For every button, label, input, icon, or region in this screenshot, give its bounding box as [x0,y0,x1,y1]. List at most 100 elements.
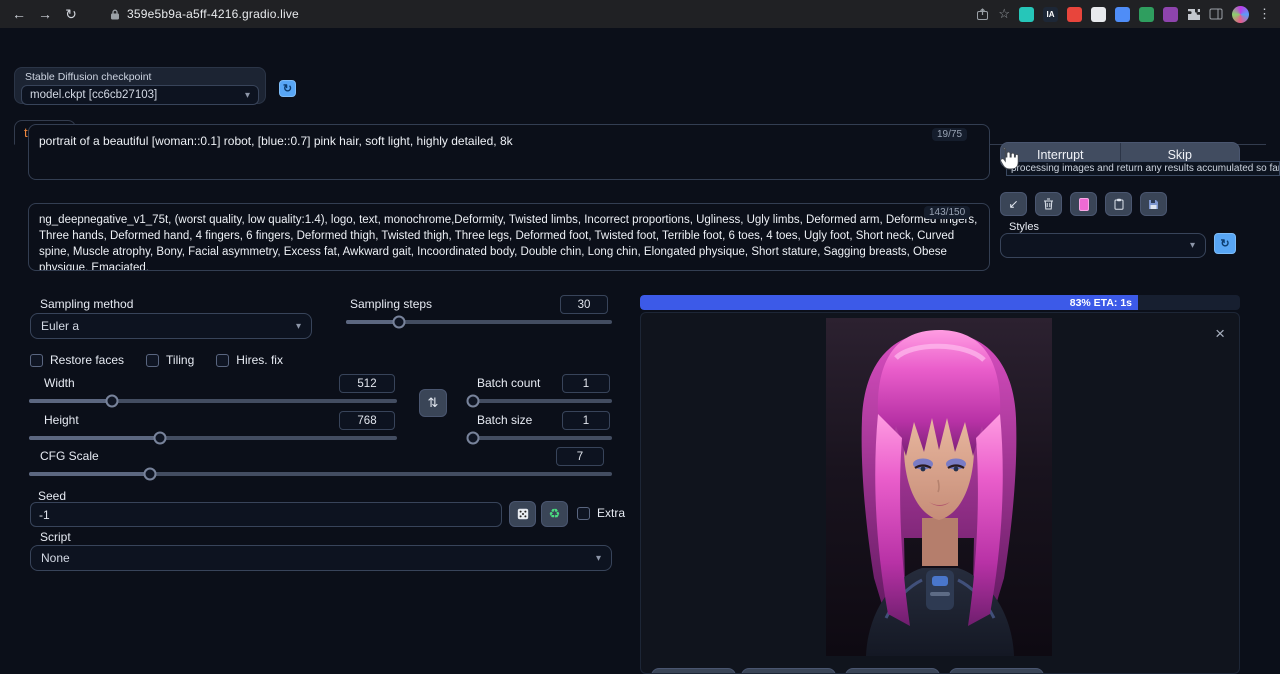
chevron-down-icon: ▾ [1190,240,1195,251]
chevron-down-icon: ▾ [596,553,601,564]
cfg-scale-value[interactable]: 7 [556,447,604,466]
send-to-inpaint-button[interactable] [845,668,940,674]
slider-handle[interactable] [466,395,479,408]
close-icon[interactable]: × [1215,325,1225,342]
send-to-img2img-button[interactable] [741,668,836,674]
output-image[interactable] [826,318,1052,656]
reuse-seed-button[interactable]: ♻ [541,501,568,527]
clipboard-icon [1114,198,1124,210]
recycle-icon: ♻ [549,506,561,522]
sampling-method-dropdown[interactable]: Euler a ▾ [30,313,312,339]
negative-prompt-token-counter: 143/150 [924,206,970,219]
chevron-down-icon: ▾ [296,321,301,332]
hires-fix-checkbox[interactable]: Hires. fix [216,353,283,367]
negative-prompt-textarea[interactable]: ng_deepnegative_v1_75t, (worst quality, … [28,203,990,271]
url-text: 359e5b9a-a5ff-4216.gradio.live [127,7,299,21]
cfg-scale-control: CFG Scale 7 [29,447,612,481]
batch-size-slider[interactable] [470,436,612,440]
seed-input[interactable] [30,502,502,527]
output-panel: × [640,312,1240,674]
lock-icon [110,9,120,20]
puzzle-icon[interactable] [1187,8,1200,21]
restore-faces-checkbox[interactable]: Restore faces [30,353,124,367]
address-bar[interactable]: 359e5b9a-a5ff-4216.gradio.live [100,3,309,25]
mouse-cursor-hand [997,146,1019,177]
seed-control: Seed ♻ Extra [28,489,618,531]
prompt-textarea[interactable]: portrait of a beautiful [woman::0.1] rob… [28,124,990,180]
script-label: Script [40,530,71,544]
extension-white-icon[interactable] [1091,7,1106,22]
random-seed-button[interactable] [509,501,536,527]
bookmark-star-icon[interactable]: ☆ [998,6,1010,22]
checkbox-icon [216,354,229,367]
browser-menu-icon[interactable]: ⋮ [1258,6,1272,22]
slider-handle[interactable] [143,468,156,481]
batch-count-control: Batch count 1 [470,374,612,408]
batch-count-value[interactable]: 1 [562,374,610,393]
cfg-scale-label: CFG Scale [40,449,99,463]
extension-green-icon[interactable] [1139,7,1154,22]
extension-ia-icon[interactable]: IA [1043,7,1058,22]
sampling-method-label: Sampling method [40,297,133,311]
face-restore-options: Restore faces Tiling Hires. fix [30,353,283,367]
checkpoint-dropdown[interactable]: model.ckpt [cc6cb27103] ▾ [21,85,259,105]
tiling-checkbox[interactable]: Tiling [146,353,194,367]
checkbox-icon [577,507,590,520]
back-icon[interactable]: ← [8,3,30,25]
refresh-checkpoint-button[interactable]: ↻ [279,80,296,97]
extension-blue-icon[interactable] [1115,7,1130,22]
slider-handle[interactable] [393,316,406,329]
height-slider[interactable] [29,436,397,440]
styles-dropdown[interactable]: ▾ [1000,233,1206,258]
floppy-icon [1148,199,1159,210]
slider-handle[interactable] [153,432,166,445]
send-to-extras-button[interactable] [949,668,1044,674]
sampling-steps-control: Sampling steps 30 [346,295,612,329]
refresh-styles-button[interactable]: ↻ [1214,233,1236,254]
refresh-icon: ↻ [1220,237,1229,250]
clear-prompt-button[interactable] [1035,192,1062,216]
script-dropdown[interactable]: None ▾ [30,545,612,571]
extension-red-icon[interactable] [1067,7,1082,22]
refresh-icon[interactable]: ↻ [60,3,82,25]
extra-seed-checkbox[interactable]: Extra [577,506,625,520]
prompt-token-counter: 19/75 [932,128,967,141]
batch-count-label: Batch count [477,376,540,390]
width-slider[interactable] [29,399,397,403]
extra-networks-button[interactable] [1070,192,1097,216]
batch-size-value[interactable]: 1 [562,411,610,430]
checkpoint-label: Stable Diffusion checkpoint [25,71,259,83]
paste-params-icon: ↙ [1008,197,1018,211]
sampling-steps-label: Sampling steps [350,297,432,311]
extension-purple-icon[interactable] [1163,7,1178,22]
avatar[interactable] [1232,6,1249,23]
sampling-steps-value[interactable]: 30 [560,295,608,314]
forward-icon[interactable]: → [34,3,56,25]
slider-handle[interactable] [466,432,479,445]
width-label: Width [44,376,75,390]
extension-teal-icon[interactable] [1019,7,1034,22]
height-value[interactable]: 768 [339,411,395,430]
sampling-steps-slider[interactable] [346,320,612,324]
save-style-button[interactable] [1140,192,1167,216]
height-control: Height 768 [29,411,397,445]
width-value[interactable]: 512 [339,374,395,393]
slider-handle[interactable] [106,395,119,408]
swap-arrows-icon: ⇅ [428,395,439,411]
progress-text: 83% ETA: 1s [1070,297,1132,309]
progress-bar: 83% ETA: 1s [640,295,1240,310]
apply-style-button[interactable] [1105,192,1132,216]
side-panel-icon[interactable] [1209,8,1223,20]
sampling-method-value: Euler a [41,319,79,333]
paste-params-button[interactable]: ↙ [1000,192,1027,216]
share-icon[interactable] [976,8,989,21]
trash-icon [1043,198,1054,210]
save-image-button[interactable] [651,668,736,674]
refresh-icon: ↻ [283,82,292,95]
swap-dimensions-button[interactable]: ⇅ [419,389,447,417]
batch-count-slider[interactable] [470,399,612,403]
extra-networks-card-icon [1079,198,1089,211]
checkbox-icon [146,354,159,367]
script-control: Script None ▾ [30,528,612,572]
cfg-scale-slider[interactable] [29,472,612,476]
